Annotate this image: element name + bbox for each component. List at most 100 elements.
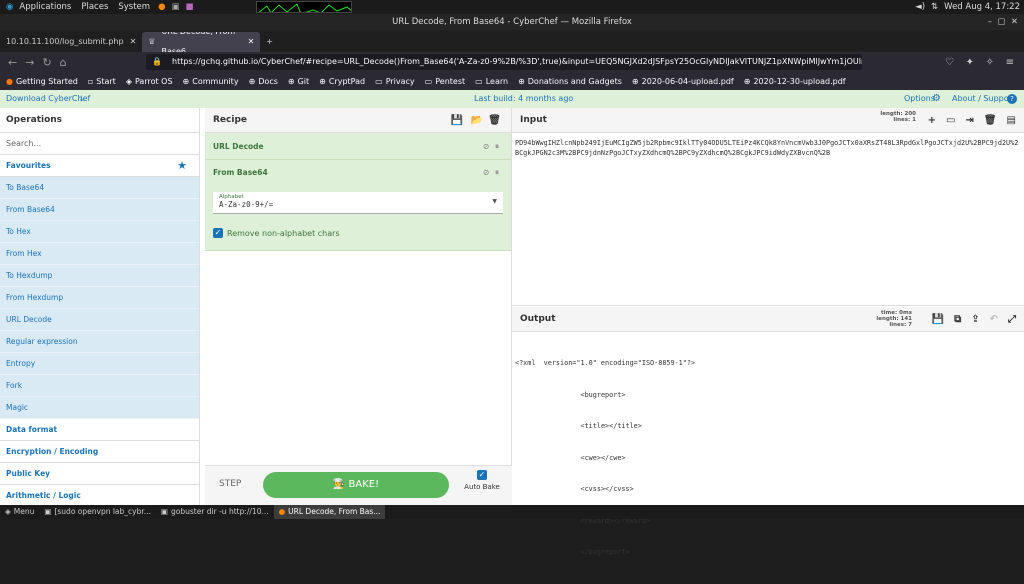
url-input[interactable]: 🔒 https://gchq.github.io/CyberChef/#reci… xyxy=(146,54,862,70)
undo-icon[interactable]: ↶ xyxy=(990,307,998,332)
category-public-key[interactable]: Public Key xyxy=(0,463,199,485)
recipe-header: Recipe 💾 📂 🗑 xyxy=(205,108,511,133)
category-encryption-encoding[interactable]: Encryption / Encoding xyxy=(0,441,199,463)
copy-output-icon[interactable]: ⧉ xyxy=(954,307,961,332)
remove-non-alphabet-checkbox[interactable]: ✓ Remove non-alphabet chars xyxy=(213,220,503,250)
bookmarks-bar: ● Getting Started ▫ Start ◈ Parrot OS ⊕ Comm… xyxy=(0,72,1024,90)
bookmark-folder[interactable]: ▭ Pentest xyxy=(425,77,465,86)
category-data-format[interactable]: Data format xyxy=(0,419,199,441)
open-folder-icon[interactable]: ▭ xyxy=(946,108,955,133)
add-tab-icon[interactable]: + xyxy=(928,108,936,133)
recipe-title: Recipe xyxy=(213,115,248,125)
auto-bake-toggle[interactable]: ✓ Auto Bake xyxy=(457,470,507,491)
parrot-logo-icon[interactable]: ◉ xyxy=(6,2,13,12)
system-monitor-graph xyxy=(255,1,352,13)
cyberchef-app: Download CyberChef ⤓ Last build: 4 month… xyxy=(0,90,1024,556)
clear-recipe-icon[interactable]: 🗑 xyxy=(488,108,501,133)
replace-input-icon[interactable]: ⇪ xyxy=(971,307,979,332)
output-line: <cwe></cwe> xyxy=(515,453,626,462)
operation-entropy[interactable]: Entropy xyxy=(0,353,199,375)
maximise-icon[interactable]: ⤢ xyxy=(1008,307,1016,332)
bookmark-item[interactable]: ⊕ 2020-06-04-upload.pdf xyxy=(632,77,734,86)
operation-from-base64[interactable]: From Base64 xyxy=(0,199,199,221)
recipe-op-url-decode[interactable]: URL Decode ⊘ ⏸ xyxy=(205,133,511,160)
step-button[interactable]: STEP xyxy=(219,479,241,489)
operations-search-input[interactable]: Search... xyxy=(0,133,199,155)
forward-icon[interactable]: → xyxy=(25,56,34,69)
bookmark-item[interactable]: ⊕ Git xyxy=(288,77,309,86)
places-menu[interactable]: Places xyxy=(81,2,108,12)
bookmark-item[interactable]: ⊕ CryptPad xyxy=(319,77,365,86)
bookmark-folder[interactable]: ▭ Privacy xyxy=(375,77,415,86)
operation-from-hexdump[interactable]: From Hexdump xyxy=(0,287,199,309)
firefox-launcher-icon[interactable]: ● xyxy=(158,2,165,12)
bookmark-item[interactable]: ⊕ 2020-12-30-upload.pdf xyxy=(744,77,846,86)
taskbar-item-firefox[interactable]: ● URL Decode, From Bas... xyxy=(273,505,386,519)
operation-to-hexdump[interactable]: To Hexdump xyxy=(0,265,199,287)
operation-to-base64[interactable]: To Base64 xyxy=(0,177,199,199)
layout-icon[interactable]: ▤ xyxy=(1007,108,1016,133)
bookmark-item[interactable]: ● Getting Started xyxy=(6,77,78,86)
new-tab-button[interactable]: + xyxy=(260,32,279,52)
back-icon[interactable]: ← xyxy=(8,56,17,69)
bookmark-item[interactable]: ◈ Parrot OS xyxy=(126,77,173,86)
download-icon[interactable]: ⤓ xyxy=(80,90,84,108)
pocket-icon[interactable]: ♡ xyxy=(945,57,954,68)
bookmark-item[interactable]: ⊕ Docs xyxy=(249,77,278,86)
category-arithmetic-logic[interactable]: Arithmetic / Logic xyxy=(0,485,199,507)
bookmark-item[interactable]: ▫ Start xyxy=(88,77,116,86)
close-tab-icon[interactable]: ✕ xyxy=(130,32,137,52)
terminal-launcher-icon[interactable]: ▣ xyxy=(172,2,180,12)
extension-icon[interactable]: ✦ xyxy=(966,57,974,68)
download-cyberchef-link[interactable]: Download CyberChef xyxy=(6,90,90,108)
disable-pause-icons[interactable]: ⊘ ⏸ xyxy=(483,160,499,186)
input-textarea[interactable]: PD94bWwgIHZlcnNpb249IjEuMCIgZW5jb2Rpbmc9… xyxy=(512,133,1024,163)
clear-input-icon[interactable]: 🗑 xyxy=(984,108,997,133)
tab-log-submit[interactable]: 10.10.11.100/log_submit.php ✕ xyxy=(0,32,142,52)
volume-icon[interactable]: ◄) xyxy=(915,2,925,12)
last-build-text: Last build: 4 months ago xyxy=(474,94,574,103)
operation-from-hex[interactable]: From Hex xyxy=(0,243,199,265)
save-recipe-icon[interactable]: 💾 xyxy=(451,108,463,133)
terminal-icon: ▣ xyxy=(160,507,168,516)
menu-icon[interactable]: ≡ xyxy=(1006,57,1014,68)
category-favourites[interactable]: Favourites ★ xyxy=(0,155,199,177)
tab-cyberchef[interactable]: ♕URL Decode, From Base6✕ xyxy=(142,32,261,52)
bake-button[interactable]: 👨‍🍳 BAKE! xyxy=(263,472,449,498)
operation-regular-expression[interactable]: Regular expression xyxy=(0,331,199,353)
options-link[interactable]: Options xyxy=(904,90,935,108)
operation-url-decode[interactable]: URL Decode xyxy=(0,309,199,331)
system-menu[interactable]: System xyxy=(118,2,150,12)
alphabet-select[interactable]: Alphabet A-Za-z0-9+/= ▼ xyxy=(213,192,503,214)
operation-to-hex[interactable]: To Hex xyxy=(0,221,199,243)
about-support-link[interactable]: About / Support xyxy=(952,90,1015,108)
window-controls[interactable]: – ▢ ✕ xyxy=(988,14,1018,30)
operation-magic[interactable]: Magic xyxy=(0,397,199,419)
dropdown-caret-icon[interactable]: ▼ xyxy=(492,198,497,205)
open-file-icon[interactable]: ⇥ xyxy=(965,108,973,133)
applications-menu[interactable]: Applications xyxy=(19,2,71,12)
save-output-icon[interactable]: 💾 xyxy=(932,307,944,332)
checkbox-checked-icon[interactable]: ✓ xyxy=(213,228,223,238)
bookmark-folder[interactable]: ▭ Learn xyxy=(475,77,508,86)
taskbar-item-terminal[interactable]: ▣ [sudo openvpn lab_cybr... xyxy=(39,505,156,519)
taskbar-item-gobuster[interactable]: ▣ gobuster dir -u http://10... xyxy=(156,505,274,519)
reload-icon[interactable]: ↻ xyxy=(42,56,51,69)
operation-fork[interactable]: Fork xyxy=(0,375,199,397)
clock[interactable]: Wed Aug 4, 17:22 xyxy=(944,2,1020,12)
help-icon[interactable]: ? xyxy=(1007,94,1017,104)
recipe-op-from-base64[interactable]: From Base64 ⊘ ⏸ Alphabet A-Za-z0-9+/= ▼ ✓… xyxy=(205,160,511,251)
checkbox-checked-icon[interactable]: ✓ xyxy=(477,470,487,480)
disable-pause-icons[interactable]: ⊘ ⏸ xyxy=(483,133,499,160)
bookmark-item[interactable]: ⊕ Donations and Gadgets xyxy=(518,77,622,86)
close-tab-icon[interactable]: ✕ xyxy=(248,32,255,52)
menu-button[interactable]: ◈ Menu xyxy=(0,505,39,519)
gear-icon[interactable]: ⚙ xyxy=(932,90,941,108)
editor-launcher-icon[interactable]: ■ xyxy=(186,2,194,12)
load-recipe-icon[interactable]: 📂 xyxy=(471,108,483,133)
home-icon[interactable]: ⌂ xyxy=(60,56,67,69)
network-icon[interactable]: ⇅ xyxy=(931,2,938,12)
addon-icon[interactable]: ✧ xyxy=(986,57,994,68)
output-text[interactable]: <?xml version="1.0" encoding="ISO-8859-1… xyxy=(512,332,1024,584)
bookmark-item[interactable]: ⊕ Community xyxy=(183,77,239,86)
